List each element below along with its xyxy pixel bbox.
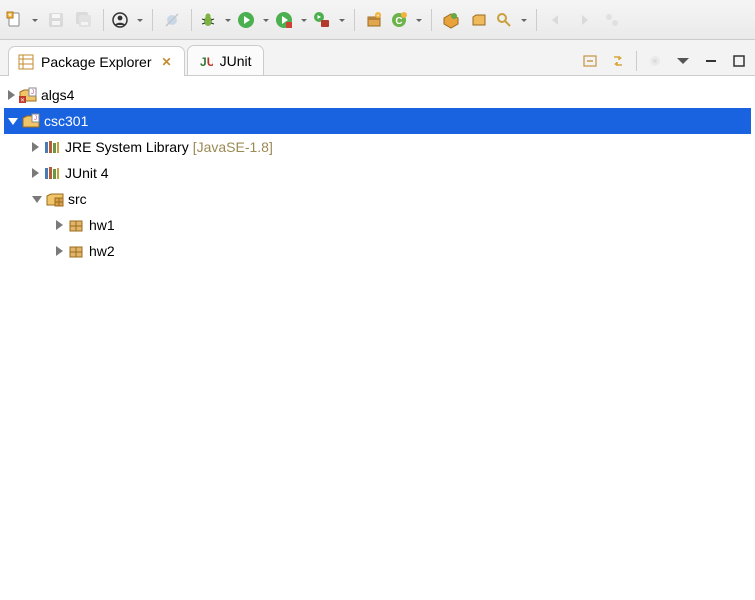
skip-breakpoints-button[interactable] [160,8,184,32]
expand-arrow-icon[interactable] [32,168,39,178]
new-wizard-button[interactable]: ✦ [6,8,40,32]
tree-item-junit4[interactable]: JUnit 4 [4,160,751,186]
expand-arrow-icon[interactable] [32,142,39,152]
collapse-arrow-icon[interactable] [8,118,18,125]
maximize-button[interactable] [729,51,749,71]
open-type-button[interactable] [439,8,463,32]
tree-item-hw1[interactable]: hw1 [4,212,751,238]
tree-item-csc301[interactable]: J csc301 [4,108,751,134]
tree-item-src[interactable]: src [4,186,751,212]
link-editor-button[interactable] [608,51,628,71]
tree-item-label: algs4 [41,87,74,103]
tab-title: Package Explorer [41,54,152,70]
minimize-button[interactable] [701,51,721,71]
tree-item-label: hw2 [89,243,115,259]
svg-text:JU: JU [200,55,213,69]
tab-junit[interactable]: JU JUnit [187,45,265,75]
save-button[interactable] [44,8,68,32]
debug-button[interactable] [199,8,233,32]
library-icon [43,139,61,155]
toolbar-separator [103,9,104,31]
tree-item-algs4[interactable]: J✕ algs4 [4,82,751,108]
view-controls [580,51,749,75]
toolbar-separator [191,9,192,31]
svg-text:J: J [31,90,34,96]
tab-package-explorer[interactable]: Package Explorer ✕ [8,46,185,76]
main-toolbar: ✦ + C [0,0,755,40]
package-icon [67,217,85,233]
svg-text:✕: ✕ [20,98,25,103]
source-folder-icon [46,191,64,207]
tree-item-hw2[interactable]: hw2 [4,238,751,264]
package-explorer-tree: J✕ algs4 J csc301 JRE System Library [Ja… [0,76,755,270]
expand-arrow-icon[interactable] [56,246,63,256]
control-separator [636,51,637,71]
expand-arrow-icon[interactable] [8,90,15,100]
tree-item-label: JUnit 4 [65,165,109,181]
toolbar-separator [354,9,355,31]
collapse-arrow-icon[interactable] [32,196,42,203]
tab-title: JUnit [220,53,252,69]
library-icon [43,165,61,181]
tree-item-annotation: [JavaSE-1.8] [193,139,273,155]
pin-button[interactable] [600,8,624,32]
close-icon[interactable]: ✕ [162,55,172,69]
tree-item-label: hw1 [89,217,115,233]
toolbar-separator [431,9,432,31]
package-explorer-icon [17,54,35,70]
package-icon [67,243,85,259]
view-tabbar: Package Explorer ✕ JU JUnit [0,40,755,76]
tree-item-label: src [68,191,87,207]
open-task-button[interactable] [467,8,491,32]
toolbar-separator [536,9,537,31]
new-class-button[interactable]: C [390,8,424,32]
expand-arrow-icon[interactable] [56,220,63,230]
focus-button[interactable] [645,51,665,71]
save-all-button[interactable] [72,8,96,32]
tree-item-label: csc301 [44,113,88,129]
svg-text:✦: ✦ [7,12,12,19]
nav-forward-button[interactable] [572,8,596,32]
user-button[interactable] [111,8,145,32]
svg-text:J: J [34,116,37,122]
java-project-icon: J [22,113,40,129]
view-menu-button[interactable] [673,51,693,71]
svg-text:C: C [395,16,402,27]
tree-item-jre[interactable]: JRE System Library [JavaSE-1.8] [4,134,751,160]
tree-item-label: JRE System Library [65,139,189,155]
search-button[interactable] [495,8,529,32]
new-package-button[interactable]: + [362,8,386,32]
junit-icon: JU [196,53,214,69]
toolbar-separator [152,9,153,31]
external-tools-button[interactable] [313,8,347,32]
nav-back-button[interactable] [544,8,568,32]
coverage-button[interactable] [275,8,309,32]
java-project-error-icon: J✕ [19,87,37,103]
collapse-all-button[interactable] [580,51,600,71]
svg-text:+: + [377,13,380,19]
run-button[interactable] [237,8,271,32]
